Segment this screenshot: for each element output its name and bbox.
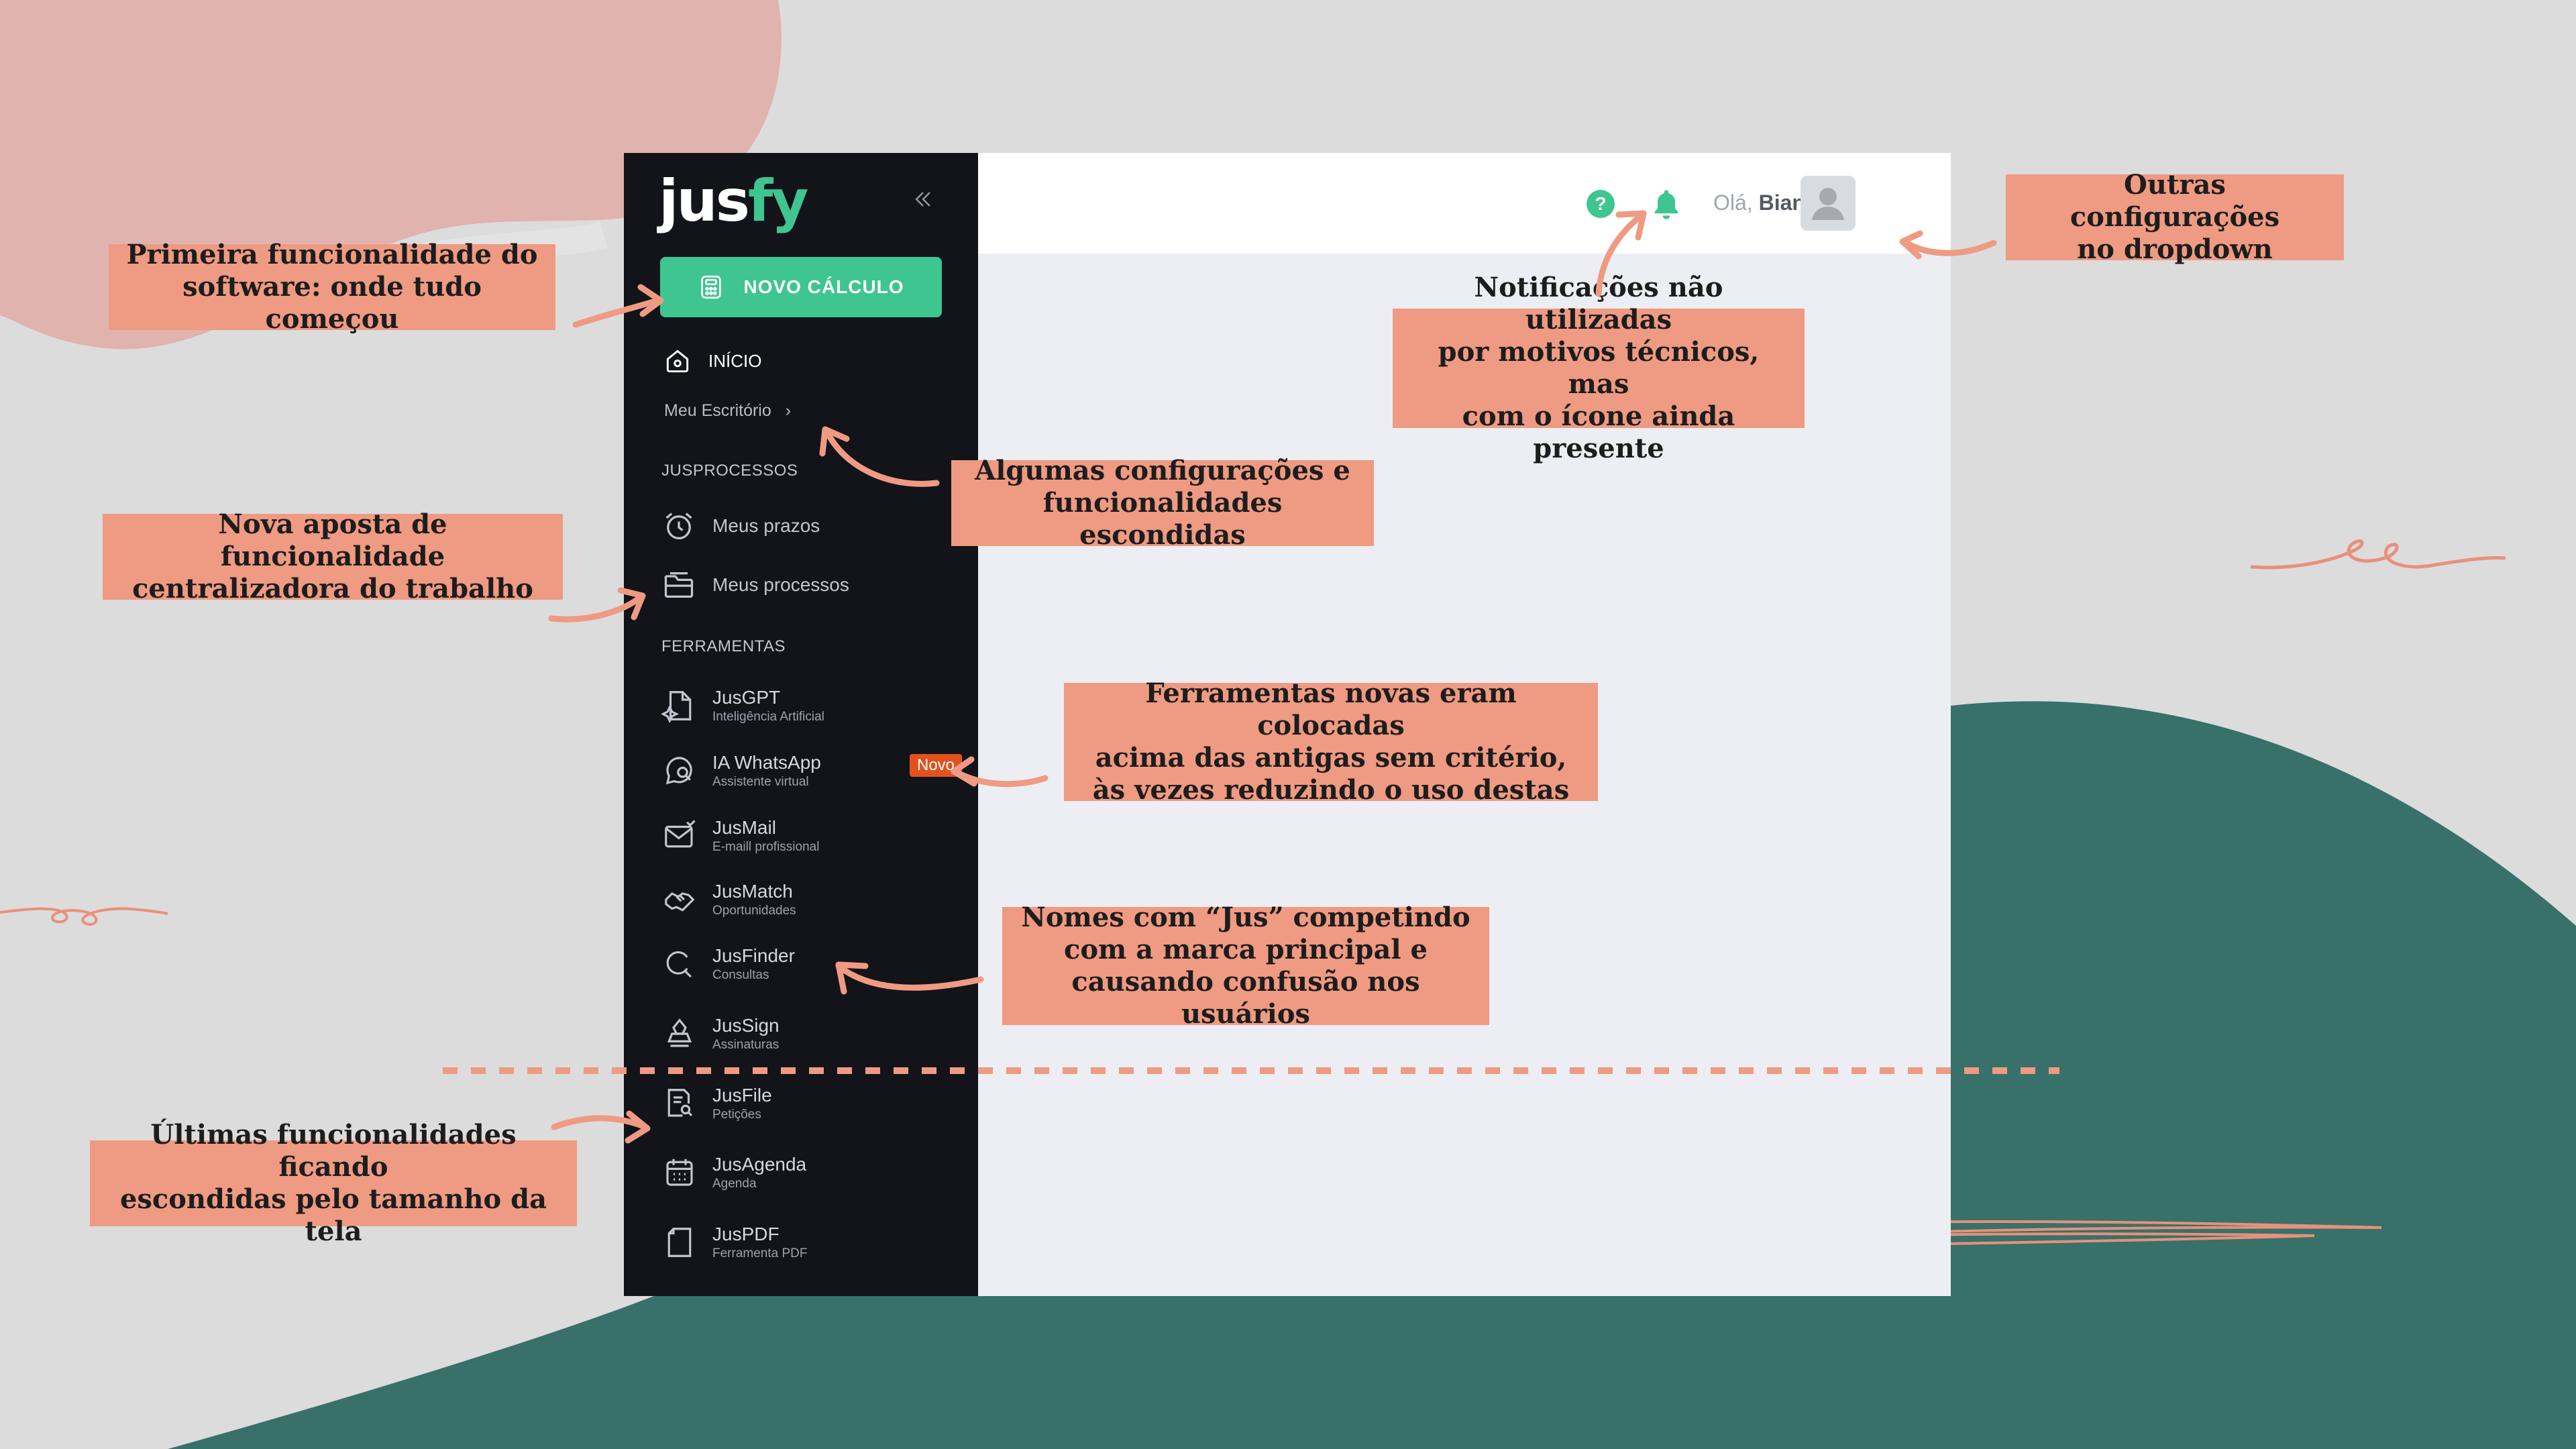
nav-my-processes[interactable]: Meus processos — [661, 568, 849, 602]
callout-line: às vezes reduzindo o uso destas — [1092, 774, 1570, 806]
alarm-clock-icon — [665, 513, 692, 540]
folder-icon — [664, 572, 694, 598]
callout-line: Últimas funcionalidades ficando — [150, 1119, 517, 1183]
home-icon — [666, 350, 689, 373]
tool-subtitle: Petições — [712, 1108, 761, 1122]
calculator-icon — [701, 275, 722, 299]
tool-jusfile[interactable]: JusFile Petições — [661, 1077, 957, 1130]
tool-jusmatch[interactable]: JusMatch Oportunidades — [661, 873, 957, 926]
tool-ia-whatsapp[interactable]: IA WhatsApp Assistente virtual Novo — [661, 745, 963, 797]
tool-subtitle: Agenda — [712, 1177, 757, 1191]
callout-line: no dropdown — [2077, 233, 2273, 265]
callout-line: Algumas configurações e — [975, 455, 1350, 486]
tool-jusagenda[interactable]: JusAgenda Agenda — [661, 1146, 957, 1199]
callout-line: Outras configurações — [2070, 169, 2280, 233]
tool-name: JusPDF — [712, 1224, 780, 1244]
callout-hidden-settings: Algumas configurações e funcionalidades e… — [951, 455, 1374, 551]
tool-subtitle: Inteligência Artificial — [712, 710, 824, 724]
file-search-icon — [667, 1089, 693, 1117]
help-icon[interactable]: ? — [1587, 190, 1615, 218]
tool-name: JusAgenda — [712, 1154, 807, 1175]
double-chevron-left-icon — [915, 192, 930, 207]
mail-icon — [665, 820, 696, 848]
tool-name: JusSign — [712, 1015, 780, 1036]
callout-first-feature: Primeira funcionalidade do software: onde… — [109, 239, 555, 335]
jusfy-logo[interactable]: jusfy — [659, 168, 809, 235]
callout-line: por motivos técnicos, mas — [1438, 336, 1760, 400]
tool-jusmail[interactable]: JusMail E-maill profissional — [661, 810, 957, 862]
tool-jusfinder[interactable]: JusFinder Consultas — [661, 938, 957, 990]
nav-my-office-label: Meu Escritório — [664, 401, 771, 420]
stamp-icon — [667, 1018, 692, 1047]
callout-line: Ferramentas novas eram colocadas — [1145, 678, 1517, 741]
tool-name: IA WhatsApp — [712, 752, 821, 773]
greeting-prefix: Olá, — [1713, 191, 1759, 215]
section-label-jusprocessos: JUSPROCESSOS — [661, 462, 798, 480]
nav-home[interactable]: INÍCIO — [663, 344, 761, 378]
new-badge: Novo — [910, 754, 963, 777]
callout-line: Nova aposta de funcionalidade — [218, 508, 447, 572]
callout-last-features: Últimas funcionalidades ficando escondida… — [90, 1119, 577, 1247]
tool-subtitle: E-maill profissional — [712, 840, 820, 854]
sidebar: jusfy NOVO CÁLCULO INÍCIO Meu Escritório… — [624, 153, 978, 1296]
chevron-right-icon: › — [785, 401, 792, 420]
callout-line: com o ícone ainda presente — [1462, 400, 1735, 464]
tool-subtitle: Assinaturas — [712, 1038, 780, 1052]
tool-subtitle: Assistente virtual — [712, 775, 809, 789]
tool-juspdf[interactable]: JusPDF Ferramenta PDF — [661, 1216, 957, 1269]
new-calculation-button[interactable]: NOVO CÁLCULO — [660, 257, 942, 317]
callout-line: centralizadora do trabalho — [132, 573, 533, 604]
callout-notifications: Notificações não utilizadas por motivos t… — [1393, 272, 1805, 464]
logo-text-main: jus — [659, 168, 750, 235]
callout-dropdown: Outras configurações no dropdown — [2006, 169, 2344, 265]
callout-line: com a marca principal e — [1064, 934, 1428, 965]
tool-jusgpt[interactable]: JusGPT Inteligência Artificial — [661, 680, 957, 732]
callout-line: escondidas pelo tamanho da tela — [119, 1183, 547, 1247]
user-avatar[interactable] — [1801, 176, 1856, 231]
collapse-sidebar-button[interactable] — [906, 184, 941, 219]
squiggle-right — [2250, 539, 2506, 570]
pdf-file-icon — [667, 1228, 692, 1257]
callout-new-tools: Ferramentas novas eram colocadas acima da… — [1064, 678, 1598, 806]
nav-my-processes-label: Meus processos — [712, 574, 849, 595]
tool-subtitle: Consultas — [712, 968, 769, 982]
callout-line: Primeira funcionalidade do — [126, 239, 538, 270]
chat-search-icon — [665, 757, 692, 785]
callout-jus-names: Nomes com “Jus” competindo com a marca pr… — [1002, 902, 1489, 1030]
nav-my-deadlines[interactable]: Meus prazos — [661, 508, 820, 543]
tool-jussign[interactable]: JusSign Assinaturas — [661, 1008, 957, 1060]
handshake-icon — [665, 892, 695, 912]
tool-subtitle: Oportunidades — [712, 904, 796, 918]
search-icon — [666, 951, 692, 978]
tool-name: JusFinder — [712, 945, 795, 966]
nav-home-label: INÍCIO — [708, 350, 762, 371]
tool-name: JusGPT — [712, 687, 781, 708]
topbar: ? Olá, Bianca — [978, 153, 1951, 254]
section-label-ferramentas: FERRAMENTAS — [661, 637, 786, 655]
tool-name: JusFile — [712, 1085, 772, 1106]
logo-text-accent: fy — [747, 168, 809, 235]
callout-line: Nomes com “Jus” competindo — [1021, 902, 1470, 933]
callout-line: Notificações não utilizadas — [1474, 272, 1723, 335]
nav-my-deadlines-label: Meus prazos — [712, 515, 820, 536]
tool-subtitle: Ferramenta PDF — [712, 1246, 808, 1260]
callout-line: acima das antigas sem critério, — [1095, 742, 1567, 773]
callout-line: causando confusão nos usuários — [1071, 966, 1420, 1030]
bell-icon[interactable] — [1649, 185, 1684, 223]
user-avatar-icon — [1812, 188, 1844, 220]
new-calculation-label: NOVO CÁLCULO — [743, 276, 904, 297]
callout-centralizer: Nova aposta de funcionalidade centralizad… — [103, 508, 563, 604]
calendar-icon — [666, 1159, 693, 1186]
callout-line: software: onde tudo começou — [182, 271, 482, 335]
tool-name: JusMatch — [712, 881, 793, 902]
sparkle-doc-icon — [661, 691, 692, 724]
nav-my-office[interactable]: Meu Escritório › — [664, 401, 791, 421]
tool-name: JusMail — [712, 817, 776, 838]
callout-line: funcionalidades escondidas — [1042, 487, 1283, 551]
squiggle-left — [0, 907, 168, 926]
